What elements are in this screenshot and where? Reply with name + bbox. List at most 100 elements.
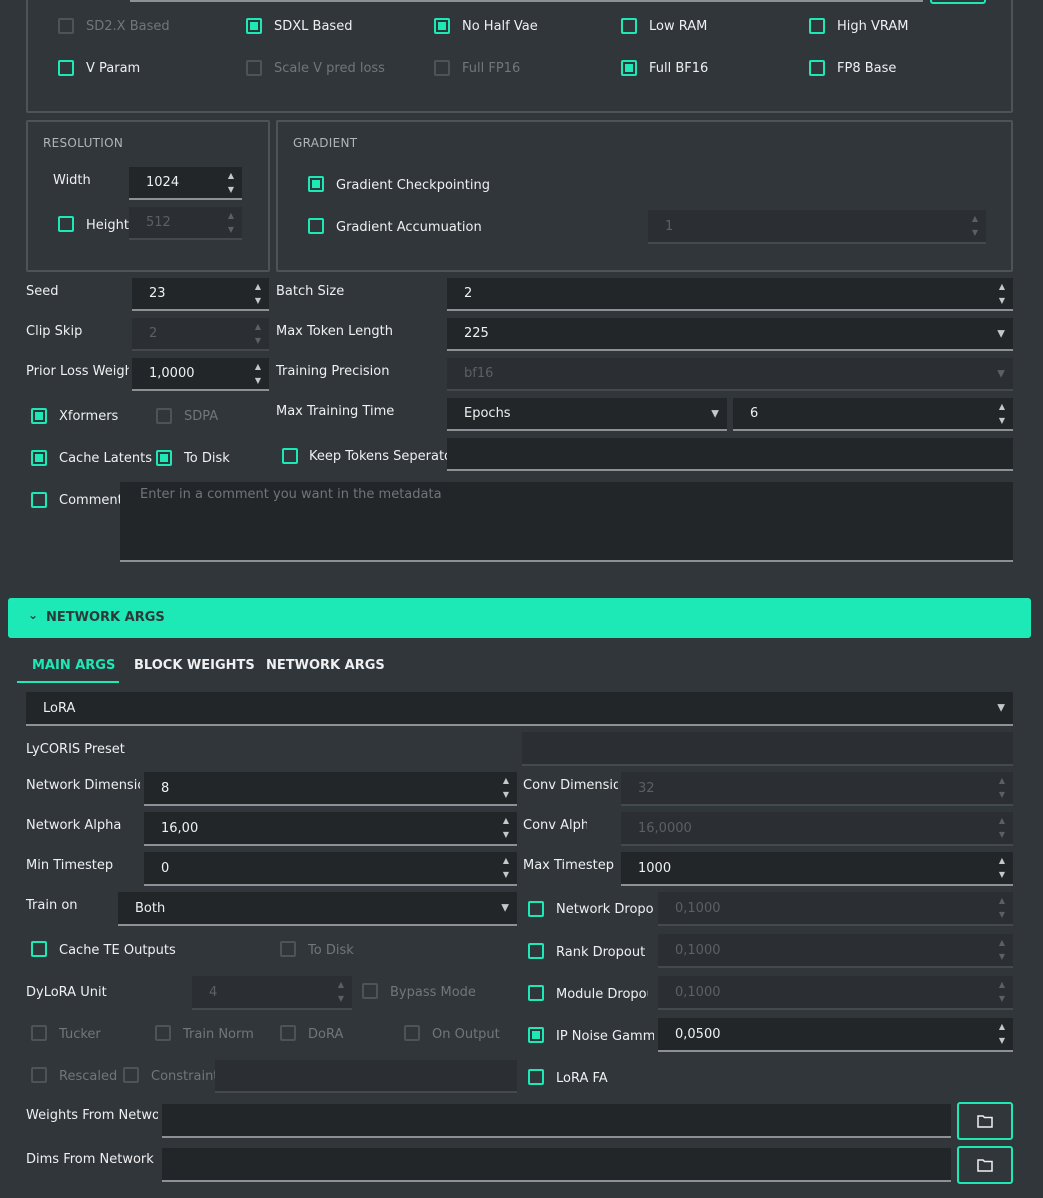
max-time-unit-select[interactable]: Epochs ▼ bbox=[447, 398, 727, 431]
tab-network-args[interactable]: NETWORK ARGS bbox=[266, 658, 385, 673]
max-time-spinner[interactable]: ▲ ▼ bbox=[997, 400, 1007, 428]
gradient-checkpointing-label: Gradient Checkpointing bbox=[336, 178, 490, 193]
network-dropout-label: Network Dropout bbox=[556, 902, 654, 917]
ip-noise-input[interactable]: 0,0500 ▲ ▼ bbox=[658, 1018, 1013, 1052]
network-alpha-spinner[interactable]: ▲ ▼ bbox=[501, 814, 511, 842]
max-timestep-label: Max Timestep bbox=[523, 858, 614, 873]
keep-tokens-sep-checkbox[interactable] bbox=[282, 448, 298, 464]
train-on-label: Train on bbox=[26, 898, 78, 913]
ip-noise-value: 0,0500 bbox=[675, 1026, 721, 1042]
module-dropout-spinner: ▲ ▼ bbox=[998, 980, 1006, 1003]
seed-input[interactable]: 23 ▲ ▼ bbox=[132, 278, 269, 311]
fp8-base-label: FP8 Base bbox=[837, 61, 897, 76]
on-output-checkbox bbox=[404, 1025, 420, 1041]
on-output-label: On Output bbox=[432, 1027, 500, 1042]
module-dropout-checkbox[interactable] bbox=[528, 985, 544, 1001]
max-time-input[interactable]: 6 ▲ ▼ bbox=[733, 398, 1013, 431]
low-ram-checkbox[interactable] bbox=[621, 18, 637, 34]
constraint-checkbox bbox=[123, 1067, 139, 1083]
high-vram-checkbox[interactable] bbox=[809, 18, 825, 34]
max-token-select[interactable]: 225 ▼ bbox=[447, 318, 1013, 351]
height-checkbox[interactable] bbox=[58, 216, 74, 232]
min-timestep-label: Min Timestep bbox=[26, 858, 114, 873]
full-bf16-checkbox[interactable] bbox=[621, 60, 637, 76]
dylora-value: 4 bbox=[209, 984, 218, 1000]
lora-fa-checkbox[interactable] bbox=[528, 1069, 544, 1085]
prior-loss-spinner[interactable]: ▲ ▼ bbox=[253, 360, 263, 388]
min-timestep-input[interactable]: 0 ▲ ▼ bbox=[144, 852, 517, 886]
chevron-down-icon: ⌄ bbox=[28, 608, 39, 622]
train-on-select[interactable]: Both ▼ bbox=[118, 892, 517, 926]
prior-loss-label: Prior Loss Weight bbox=[26, 364, 129, 379]
full-fp16-label: Full FP16 bbox=[462, 61, 521, 76]
prior-loss-input[interactable]: 1,0000 ▲ ▼ bbox=[132, 358, 269, 391]
network-args-header-label: NETWORK ARGS bbox=[46, 610, 165, 625]
folder-icon bbox=[977, 1159, 993, 1172]
ip-noise-checkbox[interactable] bbox=[528, 1027, 544, 1043]
seed-value: 23 bbox=[149, 286, 166, 301]
v-param-checkbox[interactable] bbox=[58, 60, 74, 76]
cache-te-checkbox[interactable] bbox=[31, 941, 47, 957]
clip-skip-spinner: ▲ ▼ bbox=[254, 322, 262, 345]
batch-size-input[interactable]: 2 ▲ ▼ bbox=[447, 278, 1013, 311]
sdxl-checkbox[interactable] bbox=[246, 18, 262, 34]
xformers-checkbox[interactable] bbox=[31, 408, 47, 424]
precision-value: bf16 bbox=[464, 366, 494, 381]
rank-dropout-input: 0,1000 ▲ ▼ bbox=[658, 934, 1013, 968]
to-disk-checkbox[interactable] bbox=[156, 450, 172, 466]
module-dropout-value: 0,1000 bbox=[675, 984, 721, 1000]
comment-checkbox[interactable] bbox=[31, 492, 47, 508]
width-input[interactable]: 1024 ▲ ▼ bbox=[129, 167, 242, 200]
network-dropout-spinner: ▲ ▼ bbox=[998, 896, 1006, 919]
weights-from-input[interactable] bbox=[162, 1104, 951, 1138]
keep-tokens-sep-input[interactable] bbox=[447, 438, 1013, 471]
network-alpha-input[interactable]: 16,00 ▲ ▼ bbox=[144, 812, 517, 846]
dims-from-label: Dims From Network bbox=[26, 1152, 154, 1167]
chevron-down-icon: ▼ bbox=[997, 702, 1005, 714]
train-norm-checkbox bbox=[155, 1025, 171, 1041]
dora-label: DoRA bbox=[308, 1027, 344, 1042]
sd2x-label: SD2.X Based bbox=[86, 19, 170, 34]
rank-dropout-checkbox[interactable] bbox=[528, 943, 544, 959]
module-dropout-input: 0,1000 ▲ ▼ bbox=[658, 976, 1013, 1010]
width-value: 1024 bbox=[146, 175, 180, 190]
constraint-input bbox=[215, 1060, 517, 1093]
conv-alpha-value: 16,0000 bbox=[638, 820, 692, 836]
max-timestep-input[interactable]: 1000 ▲ ▼ bbox=[621, 852, 1013, 886]
ip-noise-label: IP Noise Gamma bbox=[556, 1029, 654, 1044]
comment-textarea[interactable]: Enter in a comment you want in the metad… bbox=[120, 482, 1013, 562]
width-spinner[interactable]: ▲ ▼ bbox=[226, 169, 236, 197]
gradient-checkpointing-checkbox[interactable] bbox=[308, 176, 324, 192]
cache-latents-checkbox[interactable] bbox=[31, 450, 47, 466]
bypass-label: Bypass Mode bbox=[390, 985, 476, 1000]
dylora-input: 4 ▲ ▼ bbox=[192, 976, 352, 1010]
dims-from-input[interactable] bbox=[162, 1148, 951, 1182]
gradient-accumulation-checkbox[interactable] bbox=[308, 218, 324, 234]
prior-loss-value: 1,0000 bbox=[149, 366, 195, 381]
dims-from-browse-button[interactable] bbox=[957, 1146, 1013, 1184]
network-dropout-checkbox[interactable] bbox=[528, 901, 544, 917]
tab-block-weights[interactable]: BLOCK WEIGHTS bbox=[134, 658, 255, 673]
seed-label: Seed bbox=[26, 284, 59, 299]
fp8-base-checkbox[interactable] bbox=[809, 60, 825, 76]
weights-from-label: Weights From Network bbox=[26, 1108, 158, 1123]
max-timestep-spinner[interactable]: ▲ ▼ bbox=[997, 854, 1007, 882]
rank-dropout-label: Rank Dropout bbox=[556, 945, 646, 960]
seed-spinner[interactable]: ▲ ▼ bbox=[253, 280, 263, 308]
batch-size-spinner[interactable]: ▲ ▼ bbox=[997, 280, 1007, 308]
min-timestep-spinner[interactable]: ▲ ▼ bbox=[501, 854, 511, 882]
train-norm-label: Train Norm bbox=[183, 1027, 254, 1042]
tab-main-args[interactable]: MAIN ARGS bbox=[32, 658, 115, 673]
weights-from-browse-button[interactable] bbox=[957, 1102, 1013, 1140]
sdpa-checkbox bbox=[156, 408, 172, 424]
network-args-header[interactable]: ⌄ NETWORK ARGS bbox=[8, 598, 1031, 638]
v-param-label: V Param bbox=[86, 61, 141, 76]
ip-noise-spinner[interactable]: ▲ ▼ bbox=[997, 1020, 1007, 1048]
no-half-vae-label: No Half Vae bbox=[462, 19, 538, 34]
no-half-vae-checkbox[interactable] bbox=[434, 18, 450, 34]
network-dim-spinner[interactable]: ▲ ▼ bbox=[501, 774, 511, 802]
network-dim-input[interactable]: 8 ▲ ▼ bbox=[144, 772, 517, 806]
network-type-select[interactable]: LoRA ▼ bbox=[26, 692, 1013, 726]
sdpa-label: SDPA bbox=[184, 409, 219, 424]
comment-label: Comment bbox=[59, 493, 123, 508]
